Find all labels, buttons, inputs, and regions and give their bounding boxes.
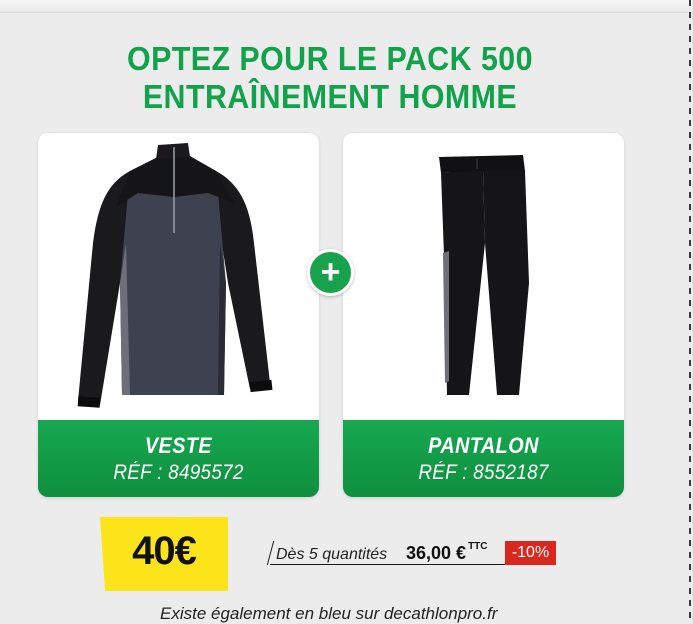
discount-badge: -10% (505, 541, 556, 565)
product-ref: RÉF : 8495572 (113, 461, 244, 484)
top-rule (0, 0, 693, 13)
bulk-offer: Dès 5 quantités 36,00 € TTC -10% (266, 540, 556, 565)
tax-label: TTC (468, 541, 488, 552)
footer-note: Existe également en bleu sur decathlonpr… (160, 604, 498, 623)
page-title-line-1: OPTEZ POUR LE PACK 500 (126, 40, 534, 77)
price-badge: 40€ (100, 517, 228, 591)
product-name: VESTE (144, 433, 213, 458)
price-label: 40€ (132, 529, 197, 573)
bulk-price-value: 36,00 € (406, 543, 467, 563)
training-pants-icon (439, 155, 529, 395)
product-band-veste: VESTE RÉF : 8495572 (38, 420, 319, 497)
bulk-price: 36,00 € TTC (406, 541, 488, 564)
plus-icon: + (307, 249, 354, 296)
training-jacket-icon (77, 143, 273, 408)
product-card-pantalon[interactable]: PANTALON RÉF : 8552187 (343, 133, 624, 497)
product-band-pantalon: PANTALON RÉF : 8552187 (343, 420, 624, 497)
product-name: PANTALON (428, 433, 539, 458)
bulk-quantity-label: Dès 5 quantités (276, 546, 388, 563)
product-card-veste[interactable]: VESTE RÉF : 8495572 (38, 133, 319, 497)
product-ref: RÉF : 8552187 (418, 461, 549, 484)
dashed-cut-line (689, 0, 691, 620)
page-title-line-2: ENTRAÎNEMENT HOMME (142, 78, 518, 115)
page-title: OPTEZ POUR LE PACK 500 ENTRAÎNEMENT HOMM… (26, 40, 633, 116)
